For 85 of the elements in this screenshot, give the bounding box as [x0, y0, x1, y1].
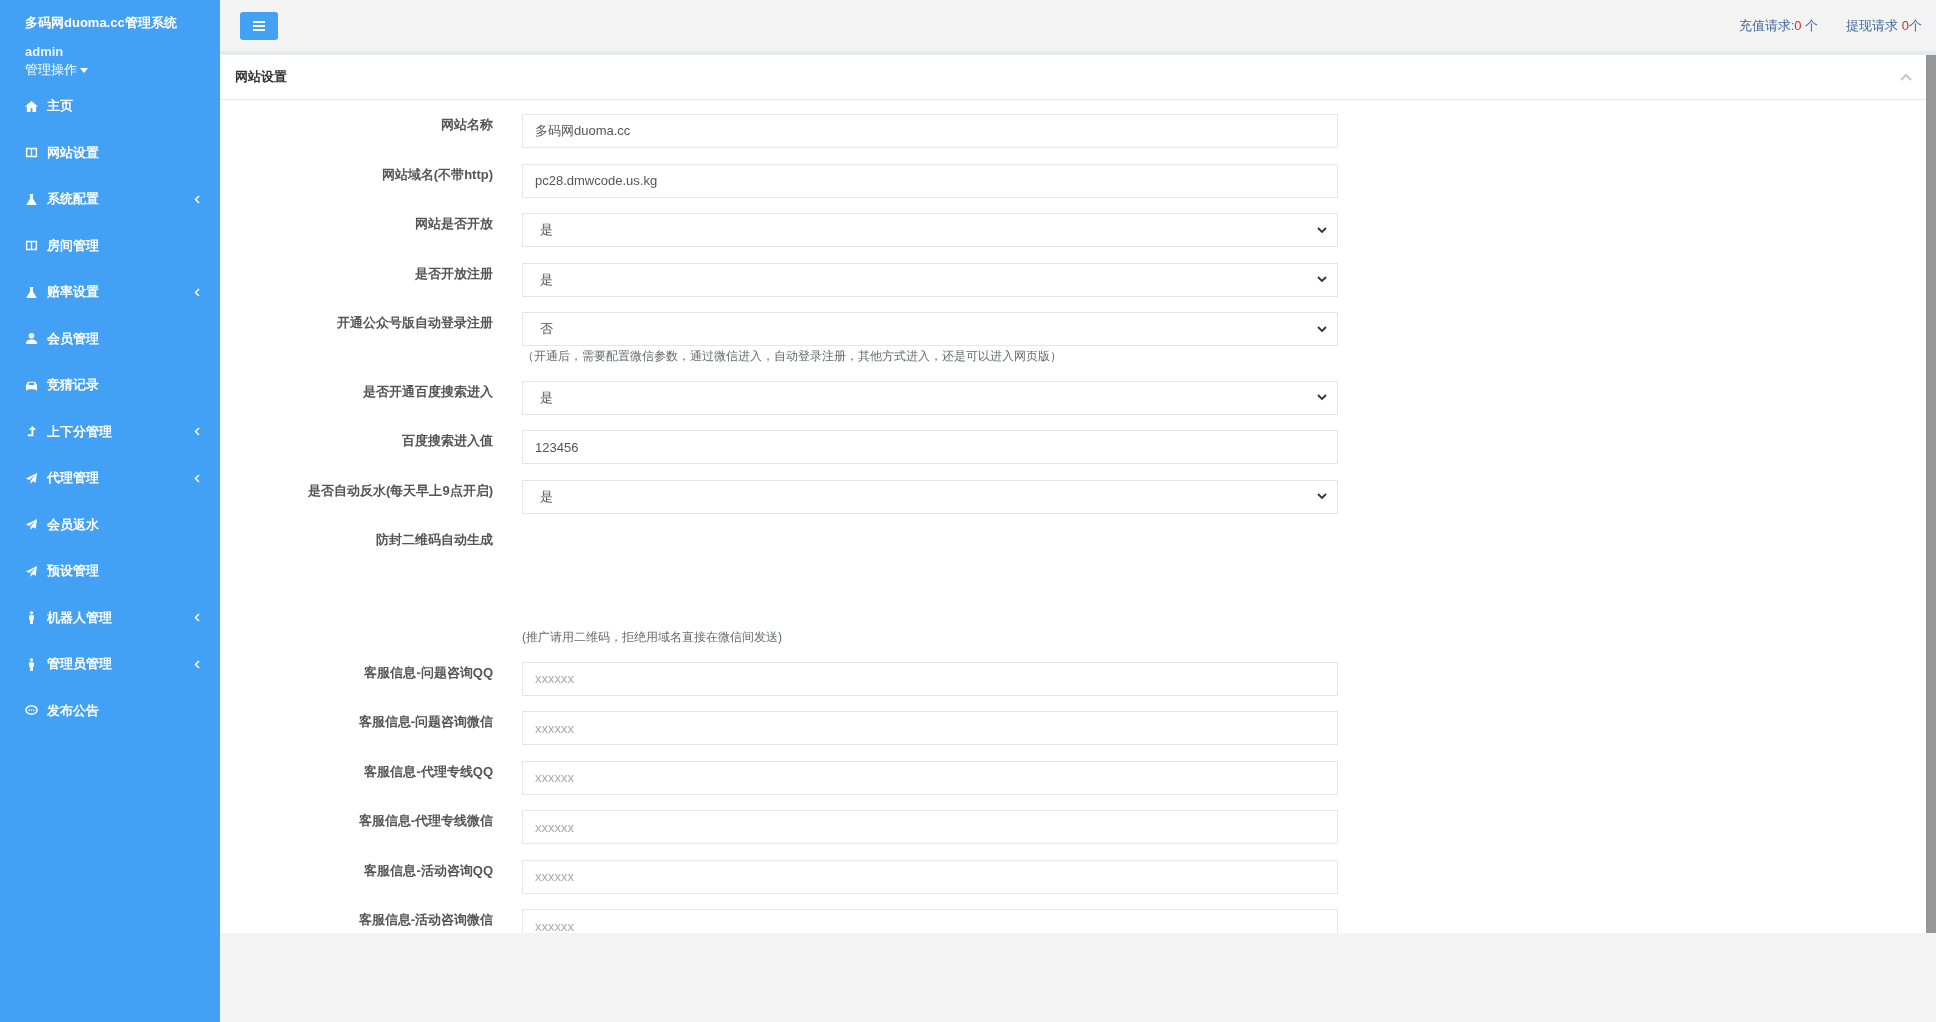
field-label: 客服信息-活动咨询QQ: [363, 861, 493, 880]
flask-icon: [25, 192, 38, 206]
select-field[interactable]: 是: [522, 380, 1338, 415]
menu-button[interactable]: [240, 11, 278, 40]
select-field[interactable]: 是: [522, 213, 1338, 247]
text-field[interactable]: xxxxxx: [522, 810, 1338, 844]
field-label: 网站名称: [440, 116, 493, 134]
nav-label: 发布公告: [47, 701, 100, 720]
nav-item[interactable]: 系统配置: [0, 176, 220, 223]
field-label: 是否开通百度搜索进入: [362, 382, 493, 401]
nav-item[interactable]: 会员返水: [0, 501, 220, 548]
collapse-icon[interactable]: [1900, 73, 1912, 81]
panel-title: 网站设置: [235, 68, 287, 86]
comment-icon: [25, 704, 38, 718]
text-field[interactable]: xxxxxx: [522, 760, 1338, 795]
nav-label: 管理员管理: [47, 655, 113, 674]
text-field[interactable]: xxxxxx: [522, 711, 1338, 745]
flask-icon: [25, 285, 38, 299]
nav-item[interactable]: 竞猜记录: [0, 362, 220, 409]
nav-label: 系统配置: [47, 190, 100, 209]
paper-plane-icon: [25, 564, 38, 578]
help-text: (推广请用二维码，拒绝用域名直接在微信间发送): [522, 629, 783, 646]
request-link[interactable]: 提现请求 0个: [1846, 16, 1922, 35]
paper-plane-icon: [25, 471, 38, 485]
nav-item[interactable]: 机器人管理: [0, 594, 220, 641]
field-label: 是否开放注册: [414, 264, 493, 283]
text-field[interactable]: xxxxxx: [522, 661, 1338, 696]
nav-label: 竞猜记录: [47, 376, 100, 395]
nav-label: 会员管理: [47, 329, 100, 348]
text-field[interactable]: pc28.dmwcode.us.kg: [522, 163, 1338, 198]
field-label: 是否自动反水(每天早上9点开启): [307, 481, 493, 500]
home-icon: [25, 99, 38, 113]
chevron-down-icon: [1317, 276, 1327, 283]
user-name: admin: [24, 43, 65, 59]
field-label: 开通公众号版自动登录注册: [336, 314, 493, 332]
text-field[interactable]: 多码网duoma.cc: [522, 114, 1338, 148]
arrow-up-icon: [25, 425, 38, 439]
nav-item[interactable]: 代理管理: [0, 455, 220, 502]
nav-label: 机器人管理: [47, 608, 113, 627]
chevron-down-icon: [1317, 325, 1327, 333]
brand-title: 多码网duoma.cc管理系统: [24, 14, 178, 32]
caret-icon: [80, 67, 88, 73]
user-menu[interactable]: 管理操作: [0, 59, 88, 79]
columns-icon: [25, 239, 38, 253]
nav-item[interactable]: 房间管理: [0, 222, 220, 269]
select-field[interactable]: 是: [522, 479, 1338, 514]
nav-label: 赔率设置: [47, 283, 100, 302]
field-label: 客服信息-代理专线QQ: [363, 762, 493, 781]
text-field[interactable]: xxxxxx: [522, 909, 1338, 933]
columns-icon: [25, 146, 38, 160]
chevron-down-icon: [1317, 226, 1327, 234]
chevron-down-icon: [1317, 493, 1327, 500]
nav-label: 主页: [47, 97, 74, 116]
nav-item[interactable]: 会员管理: [0, 315, 220, 362]
nav-item[interactable]: 发布公告: [0, 687, 220, 734]
text-field[interactable]: xxxxxx: [522, 859, 1338, 894]
field-label: 百度搜索进入值: [401, 432, 493, 450]
nav-item[interactable]: 赔率设置: [0, 269, 220, 316]
nav-item[interactable]: 管理员管理: [0, 641, 220, 688]
nav-item[interactable]: 上下分管理: [0, 408, 220, 455]
nav-label: 房间管理: [47, 236, 100, 255]
field-label: 防封二维码自动生成: [375, 531, 493, 549]
select-field[interactable]: 否: [522, 312, 1338, 346]
field-label: 客服信息-代理专线微信: [357, 812, 493, 830]
nav-label: 会员返水: [47, 515, 100, 534]
chevron-down-icon: [1317, 394, 1327, 401]
nav-label: 预设管理: [47, 562, 100, 581]
menu-icon: [253, 20, 265, 31]
nav-label: 网站设置: [47, 143, 100, 162]
field-label: 网站是否开放: [414, 215, 493, 233]
request-link[interactable]: 充值请求:0 个: [1738, 16, 1819, 35]
field-label: 客服信息-活动咨询微信: [357, 911, 493, 929]
paper-plane-icon: [25, 518, 38, 532]
user-icon: [25, 332, 38, 346]
nav-item[interactable]: 预设管理: [0, 548, 220, 595]
help-text: （开通后，需要配置微信参数，通过微信进入，自动登录注册，其他方式进入，还是可以进入网页版）: [522, 348, 1063, 365]
text-field[interactable]: 123456: [522, 430, 1338, 464]
nav-label: 代理管理: [47, 469, 100, 488]
select-field[interactable]: 是: [522, 262, 1338, 297]
nav-item[interactable]: 主页: [0, 83, 220, 130]
field-label: 客服信息-问题咨询QQ: [363, 663, 493, 682]
nav-item[interactable]: 网站设置: [0, 129, 220, 176]
field-label: 客服信息-问题咨询微信: [357, 713, 493, 731]
field-label: 网站域名(不带http): [380, 165, 493, 184]
nav-label: 上下分管理: [47, 422, 113, 441]
